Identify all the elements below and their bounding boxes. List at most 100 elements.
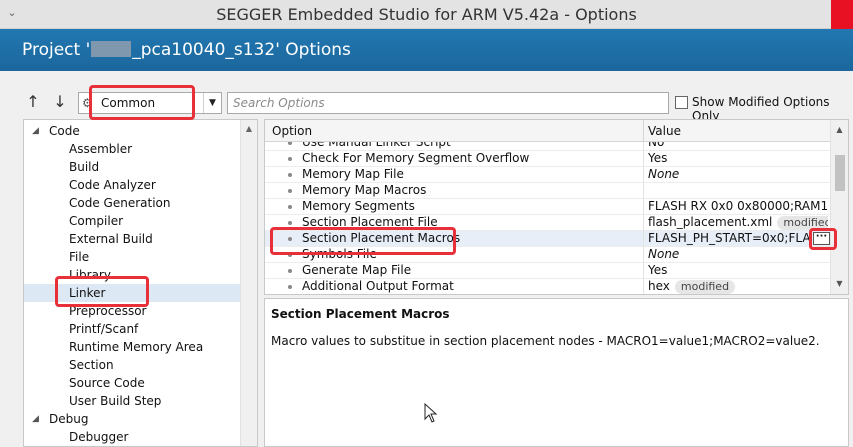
option-name: Memory Map Macros xyxy=(302,183,427,197)
move-down-icon[interactable]: ↓ xyxy=(51,93,69,111)
tree-item-label: Section xyxy=(69,358,114,372)
title-bar: ⌄ SEGGER Embedded Studio for ARM V5.42a … xyxy=(0,0,853,29)
tree-scrollbar[interactable]: ▲ xyxy=(240,120,257,446)
column-header-value[interactable]: Value xyxy=(648,124,681,138)
option-name: Symbols File xyxy=(302,247,377,261)
bullet-icon xyxy=(288,253,292,257)
table-row[interactable]: Additional Output Format hex modified xyxy=(265,279,830,294)
description-text: Macro values to substitue in section pla… xyxy=(271,334,820,348)
option-name: Memory Map File xyxy=(302,167,404,181)
chevron-down-icon[interactable]: ▼ xyxy=(203,93,221,113)
caret-down-icon[interactable]: ◢ xyxy=(32,410,39,428)
grid-scrollbar[interactable]: ▲ ▼ xyxy=(830,120,848,294)
column-divider xyxy=(643,231,644,247)
tree-item-linker[interactable]: Linker xyxy=(24,284,242,302)
modified-badge: modified xyxy=(777,216,828,230)
table-row[interactable]: Generate Map File Yes xyxy=(265,263,830,279)
column-divider xyxy=(643,263,644,279)
configuration-select[interactable]: ⚙ Common ▼ xyxy=(78,92,222,114)
tree-item-library[interactable]: Library xyxy=(24,266,242,284)
column-header-option[interactable]: Option xyxy=(272,124,312,138)
edit-value-button[interactable]: ··· xyxy=(813,232,830,245)
tree-item-label: Preprocessor xyxy=(69,304,147,318)
search-input[interactable] xyxy=(227,92,669,114)
table-row[interactable]: Memory Segments FLASH RX 0x0 0x80000;RAM… xyxy=(265,199,830,215)
table-row[interactable]: Section Placement File flash_placement.x… xyxy=(265,215,830,231)
tree-item-source-code[interactable]: Source Code xyxy=(24,374,242,392)
move-up-icon[interactable]: ↑ xyxy=(24,93,42,111)
table-row[interactable]: Use Manual Linker Script No xyxy=(265,142,830,151)
scroll-thumb[interactable] xyxy=(835,155,845,191)
bullet-icon xyxy=(288,221,292,225)
column-divider xyxy=(643,215,644,231)
tree-item-label: User Build Step xyxy=(69,394,162,408)
bullet-icon xyxy=(288,269,292,273)
tree-item-code-generation[interactable]: Code Generation xyxy=(24,194,242,212)
option-value[interactable]: FLASH_PH_START=0x0;FLASH_ xyxy=(648,231,810,246)
description-pane: Section Placement Macros Macro values to… xyxy=(264,298,849,447)
option-value-text: flash_placement.xml xyxy=(648,215,773,229)
tree-item-label: External Build xyxy=(69,232,153,246)
table-row-selected[interactable]: Section Placement Macros FLASH_PH_START=… xyxy=(265,231,830,247)
category-tree: ◢ Code Assembler Build Code Analyzer Cod… xyxy=(23,119,258,447)
option-value[interactable]: hex modified xyxy=(648,279,828,294)
tree-item-printf-scanf[interactable]: Printf/Scanf xyxy=(24,320,242,338)
option-name: Use Manual Linker Script xyxy=(302,142,451,149)
dialog-title-suffix: _pca10040_s132' Options xyxy=(132,40,351,60)
tree-item-label: Printf/Scanf xyxy=(69,322,139,336)
option-value[interactable]: flash_placement.xml modified xyxy=(648,215,828,230)
tree-item-file[interactable]: File xyxy=(24,248,242,266)
column-divider xyxy=(643,199,644,215)
configuration-icon: ⚙ xyxy=(82,96,93,110)
column-divider xyxy=(643,247,644,263)
tree-item-label: File xyxy=(69,250,90,264)
scroll-down-icon[interactable]: ▼ xyxy=(831,276,848,292)
column-divider xyxy=(643,142,644,151)
tree-item-user-build-step[interactable]: User Build Step xyxy=(24,392,242,410)
option-name: Generate Map File xyxy=(302,263,412,277)
option-name: Section Placement File xyxy=(302,215,438,229)
tree-item-label: Assembler xyxy=(69,142,133,156)
option-value-text: hex xyxy=(648,279,670,293)
show-modified-checkbox[interactable] xyxy=(675,96,688,109)
tree-item-code[interactable]: ◢ Code xyxy=(24,122,242,140)
tree-item-label: Runtime Memory Area xyxy=(69,340,204,354)
option-value[interactable]: No xyxy=(648,142,828,150)
tree-item-compiler[interactable]: Compiler xyxy=(24,212,242,230)
tree-item-label: Build xyxy=(69,160,100,174)
redacted-name xyxy=(91,41,132,57)
tree-item-debug[interactable]: ◢ Debug xyxy=(24,410,242,428)
tree-item-label: Source Code xyxy=(69,376,145,390)
tree-item-assembler[interactable]: Assembler xyxy=(24,140,242,158)
scroll-up-icon[interactable]: ▲ xyxy=(241,120,257,137)
tree-item-external-build[interactable]: External Build xyxy=(24,230,242,248)
column-divider xyxy=(643,167,644,183)
tree-item-runtime-memory-area[interactable]: Runtime Memory Area xyxy=(24,338,242,356)
option-value[interactable]: Yes xyxy=(648,263,828,278)
tree-item-label: Code Generation xyxy=(69,196,171,210)
scroll-up-icon[interactable]: ▲ xyxy=(831,122,848,138)
tree-item-code-analyzer[interactable]: Code Analyzer xyxy=(24,176,242,194)
option-value[interactable]: None xyxy=(648,247,828,262)
option-value[interactable]: Yes xyxy=(648,151,828,166)
tree-item-preprocessor[interactable]: Preprocessor xyxy=(24,302,242,320)
option-value[interactable]: None xyxy=(648,167,828,182)
close-button[interactable] xyxy=(831,0,853,29)
caret-down-icon[interactable]: ◢ xyxy=(32,122,39,140)
tree-item-build[interactable]: Build xyxy=(24,158,242,176)
option-value[interactable]: FLASH RX 0x0 0x80000;RAM1 RWX xyxy=(648,199,828,214)
table-row[interactable]: Check For Memory Segment Overflow Yes xyxy=(265,151,830,167)
column-divider[interactable] xyxy=(643,120,644,142)
dialog-header: Project ' _pca10040_s132' Options xyxy=(0,29,853,71)
table-row[interactable]: Memory Map File None xyxy=(265,167,830,183)
tree-item-label: Code xyxy=(49,124,80,138)
table-row[interactable]: Memory Map Macros xyxy=(265,183,830,199)
tree-item-section[interactable]: Section xyxy=(24,356,242,374)
grid-body: Use Manual Linker Script No Check For Me… xyxy=(265,142,830,294)
modified-badge: modified xyxy=(674,280,736,294)
table-row[interactable]: Symbols File None xyxy=(265,247,830,263)
dialog-title: Project ' _pca10040_s132' Options xyxy=(22,40,351,60)
option-name: Check For Memory Segment Overflow xyxy=(302,151,530,165)
option-name: Additional Output Format xyxy=(302,279,454,293)
tree-item-debugger[interactable]: Debugger xyxy=(24,428,242,446)
